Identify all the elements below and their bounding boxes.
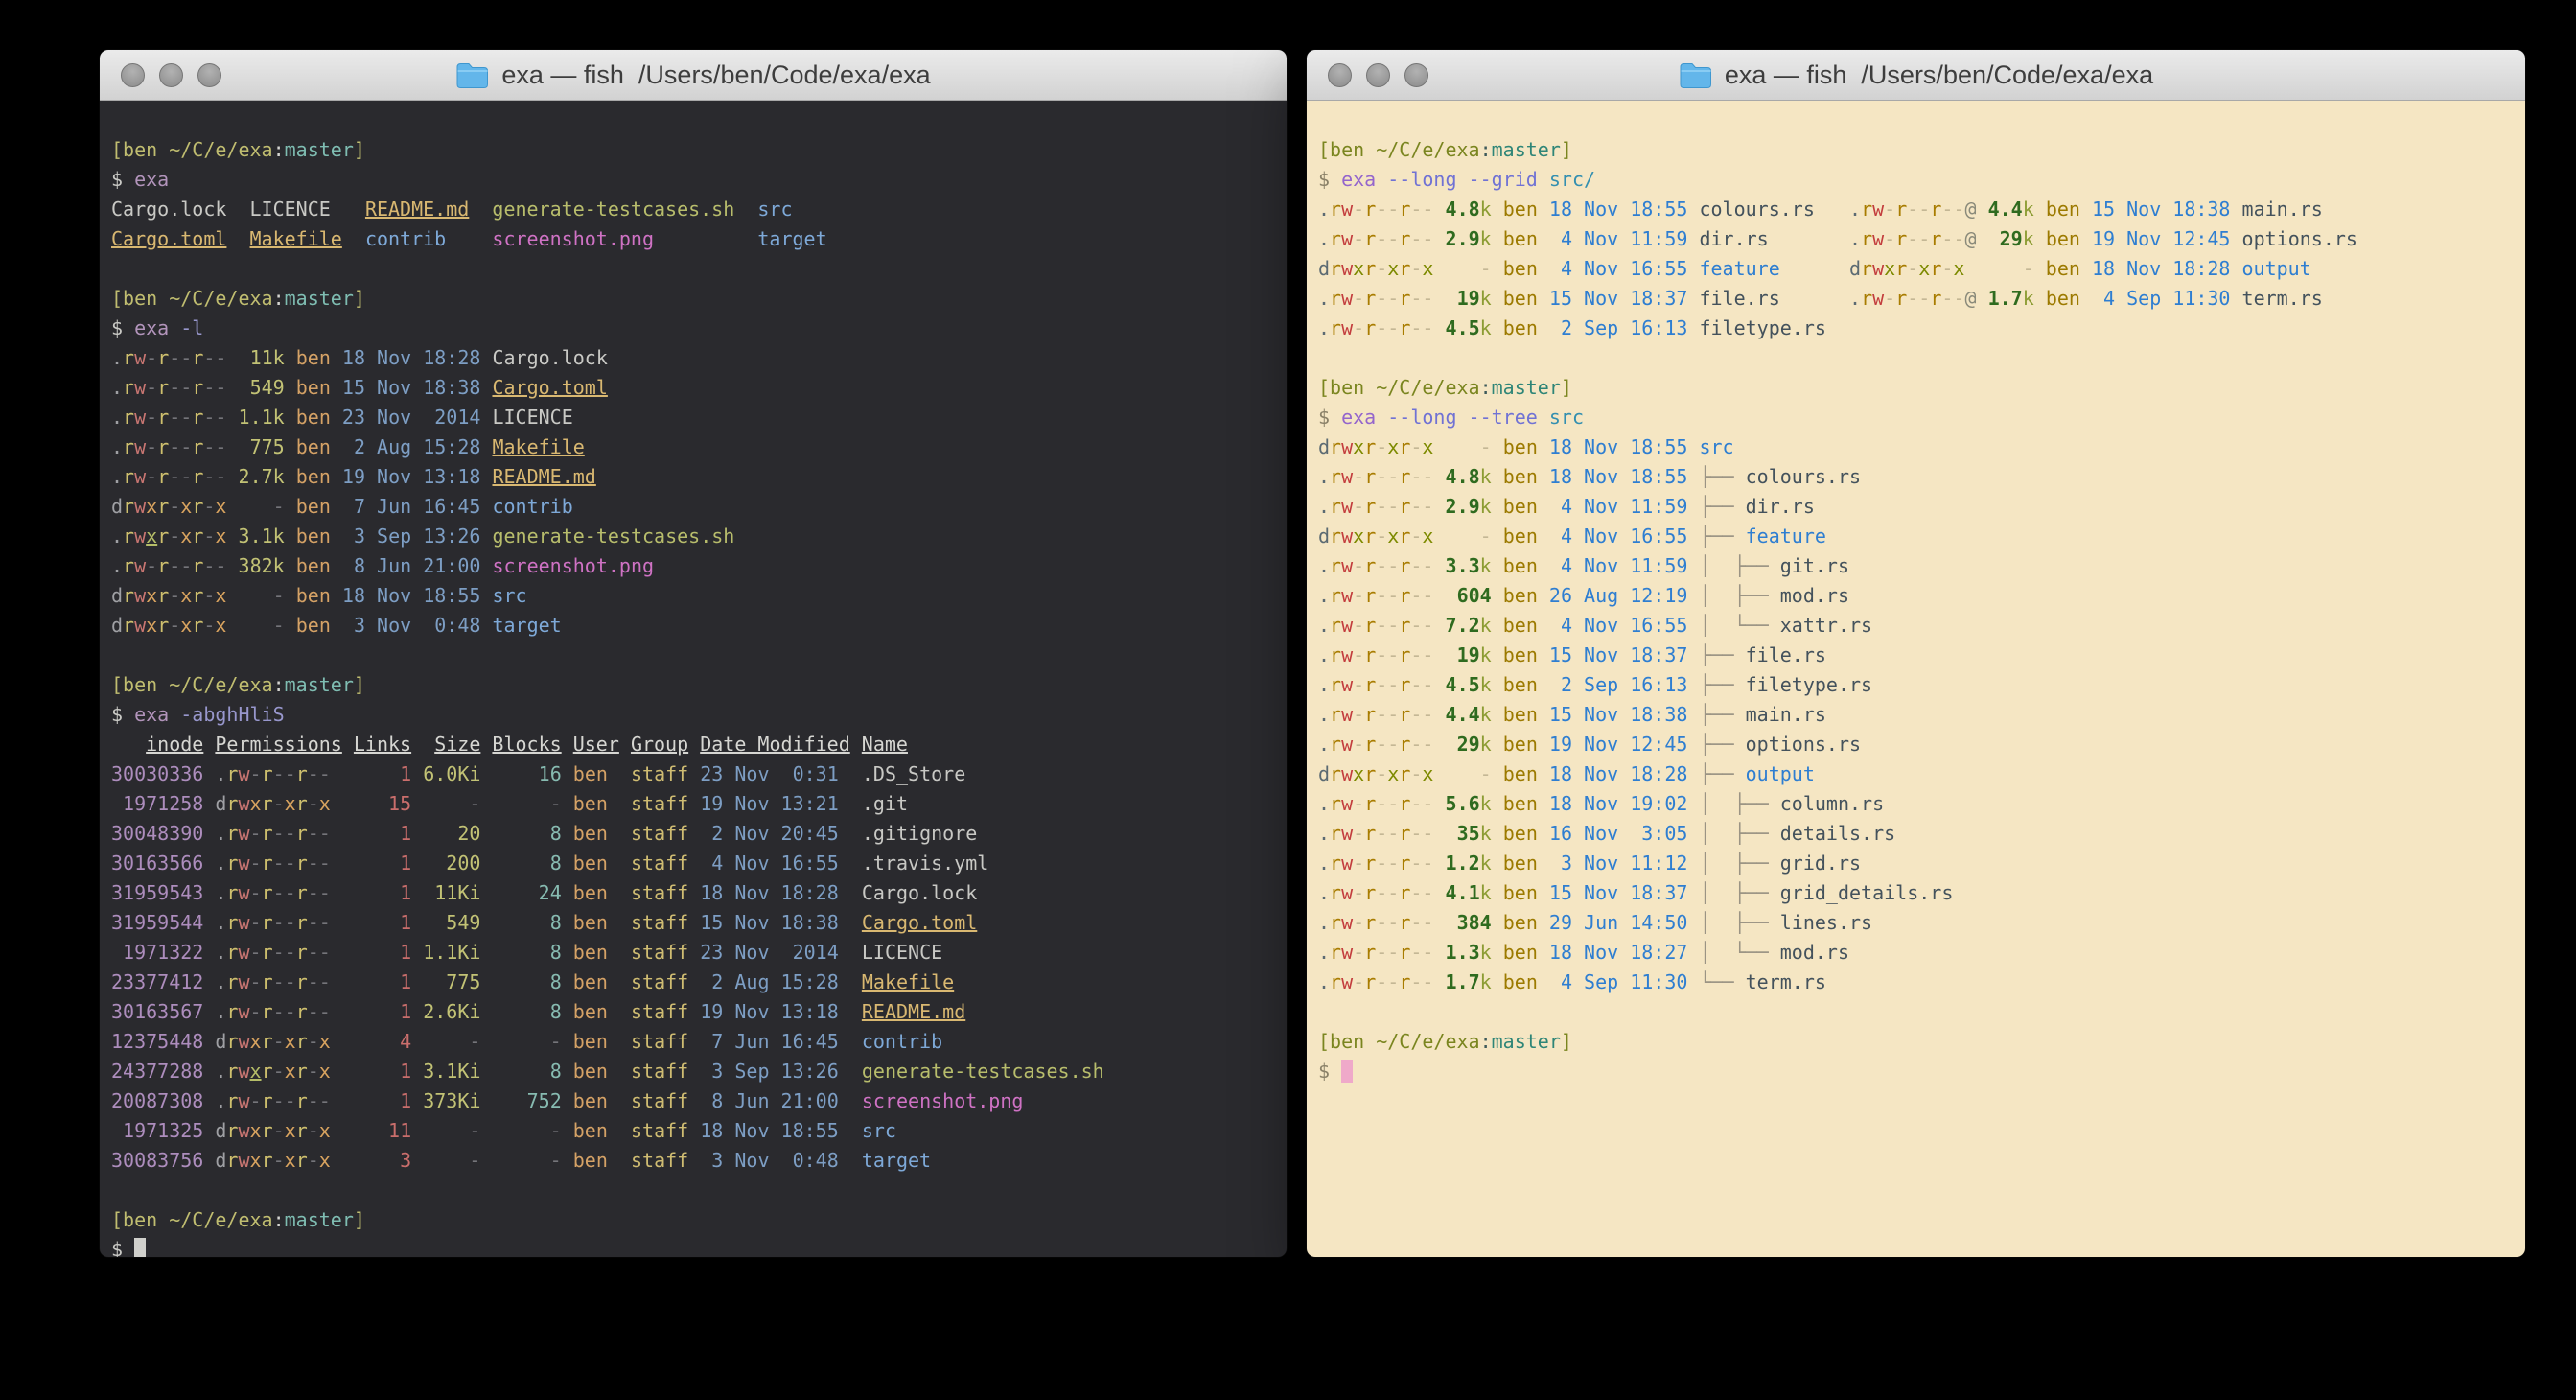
terminal-line: .rw-r--r-- 29k ben 19 Nov 12:45 ├── opti… [1318,733,1861,756]
terminal-line: .rw-r--r-- 3.3k ben 4 Nov 11:59 │ ├── gi… [1318,554,1849,577]
zoom-button[interactable] [1404,63,1428,87]
terminal-line: [ben ~/C/e/exa:master] [1318,376,1572,399]
terminal-line: .rw-r--r-- 1.1k ben 23 Nov 2014 LICENCE [111,406,573,429]
terminal-line: .rw-r--r-- 4.4k ben 15 Nov 18:38 ├── mai… [1318,703,1826,726]
close-button[interactable] [121,63,145,87]
terminal-output: [ben ~/C/e/exa:master] $ exa --long --gr… [1307,101,2525,1257]
terminal-line: 1971322 .rw-r--r-- 1 1.1Ki 8 ben staff 2… [111,941,942,964]
titlebar[interactable]: exa — fish /Users/ben/Code/exa/exa [100,50,1287,101]
terminal-line: .rw-r--r-- 1.3k ben 18 Nov 18:27 │ └── m… [1318,941,1849,964]
terminal-line: .rw-r--r-- 604 ben 26 Aug 12:19 │ ├── mo… [1318,584,1849,607]
terminal-line: .rw-r--r-- 2.9k ben 4 Nov 11:59 ├── dir.… [1318,495,1815,518]
terminal-line: $ exa --long --tree src [1318,406,1584,429]
terminal-line: Cargo.toml Makefile contrib screenshot.p… [111,227,827,250]
close-button[interactable] [1328,63,1352,87]
terminal-line: .rw-r--r-- 384 ben 29 Jun 14:50 │ ├── li… [1318,911,1872,934]
terminal-line: 30030336 .rw-r--r-- 1 6.0Ki 16 ben staff… [111,762,965,785]
terminal-line: 1971325 drwxr-xr-x 11 - - ben staff 18 N… [111,1119,896,1142]
terminal-line: [ben ~/C/e/exa:master] [111,673,365,696]
terminal-line: Cargo.lock LICENCE README.md generate-te… [111,198,793,221]
terminal-line: .rw-r--r-- 19k ben 15 Nov 18:37 file.rs … [1318,287,2323,310]
folder-icon [455,61,489,88]
terminal-line: 24377288 .rwxr-xr-x 1 3.1Ki 8 ben staff … [111,1060,1104,1083]
terminal-line: drwxr-xr-x - ben 18 Nov 18:55 src [1318,435,1734,458]
terminal-line: .rw-r--r-- 5.6k ben 18 Nov 19:02 │ ├── c… [1318,792,1884,815]
terminal-line: $ exa -l [111,316,203,339]
terminal-line: 30083756 drwxr-xr-x 3 - - ben staff 3 No… [111,1149,931,1172]
terminal-line: 20087308 .rw-r--r-- 1 373Ki 752 ben staf… [111,1089,1023,1112]
terminal-line: drwxr-xr-x - ben 4 Nov 16:55 ├── feature [1318,525,1826,548]
terminal-line: .rw-r--r-- 35k ben 16 Nov 3:05 │ ├── det… [1318,822,1895,845]
terminal-line: $ [111,1238,146,1257]
terminal-line: .rw-r--r-- 1.2k ben 3 Nov 11:12 │ ├── gr… [1318,852,1861,875]
traffic-lights [1328,50,1428,100]
terminal-line: drwxr-xr-x - ben 18 Nov 18:55 src [111,584,527,607]
desktop: { "windows": { "left": { "title": "exa —… [0,0,2576,1400]
zoom-button[interactable] [197,63,221,87]
terminal-line: .rw-r--r-- 7.2k ben 4 Nov 16:55 │ └── xa… [1318,614,1872,637]
traffic-lights [121,50,221,100]
terminal-line: 12375448 drwxr-xr-x 4 - - ben staff 7 Ju… [111,1030,942,1053]
window-title: exa — fish /Users/ben/Code/exa/exa [1679,60,2153,90]
terminal-line: .rw-r--r-- 382k ben 8 Jun 21:00 screensh… [111,554,654,577]
terminal-line: .rw-r--r-- 775 ben 2 Aug 15:28 Makefile [111,435,585,458]
terminal-line: .rw-r--r-- 11k ben 18 Nov 18:28 Cargo.lo… [111,346,608,369]
terminal-line: .rw-r--r-- 2.9k ben 4 Nov 11:59 dir.rs .… [1318,227,2357,250]
terminal-line: .rw-r--r-- 4.1k ben 15 Nov 18:37 │ ├── g… [1318,881,1953,904]
terminal-line: [ben ~/C/e/exa:master] [111,138,365,161]
terminal-line: drwxr-xr-x - ben 7 Jun 16:45 contrib [111,495,573,518]
terminal-line: .rw-r--r-- 4.5k ben 2 Sep 16:13 ├── file… [1318,673,1872,696]
terminal-line: 30048390 .rw-r--r-- 1 20 8 ben staff 2 N… [111,822,977,845]
terminal-line: .rwxr-xr-x 3.1k ben 3 Sep 13:26 generate… [111,525,734,548]
terminal-line: .rw-r--r-- 1.7k ben 4 Sep 11:30 └── term… [1318,970,1826,993]
terminal-line: $ [1318,1060,1353,1083]
folder-icon [1679,61,1712,88]
terminal-line: .rw-r--r-- 549 ben 15 Nov 18:38 Cargo.to… [111,376,608,399]
terminal-line: .rw-r--r-- 4.5k ben 2 Sep 16:13 filetype… [1318,316,1826,339]
terminal-screen[interactable]: [ben ~/C/e/exa:master] $ exa --long --gr… [1307,101,2525,1257]
terminal-line: 30163567 .rw-r--r-- 1 2.6Ki 8 ben staff … [111,1000,965,1023]
terminal-line: .rw-r--r-- 4.8k ben 18 Nov 18:55 ├── col… [1318,465,1861,488]
terminal-line: 31959544 .rw-r--r-- 1 549 8 ben staff 15… [111,911,977,934]
window-title: exa — fish /Users/ben/Code/exa/exa [455,60,930,90]
terminal-line: 30163566 .rw-r--r-- 1 200 8 ben staff 4 … [111,852,988,875]
terminal-line: $ exa --long --grid src/ [1318,168,1595,191]
minimize-button[interactable] [1366,63,1390,87]
terminal-line: inode Permissions Links Size Blocks User… [111,733,908,756]
minimize-button[interactable] [159,63,183,87]
terminal-line: $ exa -abghHliS [111,703,285,726]
terminal-line: 1971258 drwxr-xr-x 15 - - ben staff 19 N… [111,792,908,815]
titlebar[interactable]: exa — fish /Users/ben/Code/exa/exa [1307,50,2525,101]
terminal-screen[interactable]: [ben ~/C/e/exa:master] $ exa Cargo.lock … [100,101,1287,1257]
terminal-line: [ben ~/C/e/exa:master] [1318,138,1572,161]
cursor [1341,1060,1353,1083]
terminal-line: 31959543 .rw-r--r-- 1 11Ki 24 ben staff … [111,881,977,904]
terminal-line: drwxr-xr-x - ben 4 Nov 16:55 feature drw… [1318,257,2311,280]
terminal-line: drwxr-xr-x - ben 3 Nov 0:48 target [111,614,562,637]
terminal-line: .rw-r--r-- 19k ben 15 Nov 18:37 ├── file… [1318,643,1826,666]
terminal-line: [ben ~/C/e/exa:master] [1318,1030,1572,1053]
terminal-line: .rw-r--r-- 2.7k ben 19 Nov 13:18 README.… [111,465,596,488]
terminal-output: [ben ~/C/e/exa:master] $ exa Cargo.lock … [100,101,1287,1257]
terminal-line: 23377412 .rw-r--r-- 1 775 8 ben staff 2 … [111,970,954,993]
terminal-line: $ exa [111,168,169,191]
terminal-line: drwxr-xr-x - ben 18 Nov 18:28 ├── output [1318,762,1815,785]
terminal-line: .rw-r--r-- 4.8k ben 18 Nov 18:55 colours… [1318,198,2323,221]
terminal-window-left: exa — fish /Users/ben/Code/exa/exa [ben … [100,50,1287,1257]
cursor [134,1238,146,1257]
terminal-line: [ben ~/C/e/exa:master] [111,287,365,310]
terminal-window-right: exa — fish /Users/ben/Code/exa/exa [ben … [1307,50,2525,1257]
terminal-line: [ben ~/C/e/exa:master] [111,1208,365,1231]
